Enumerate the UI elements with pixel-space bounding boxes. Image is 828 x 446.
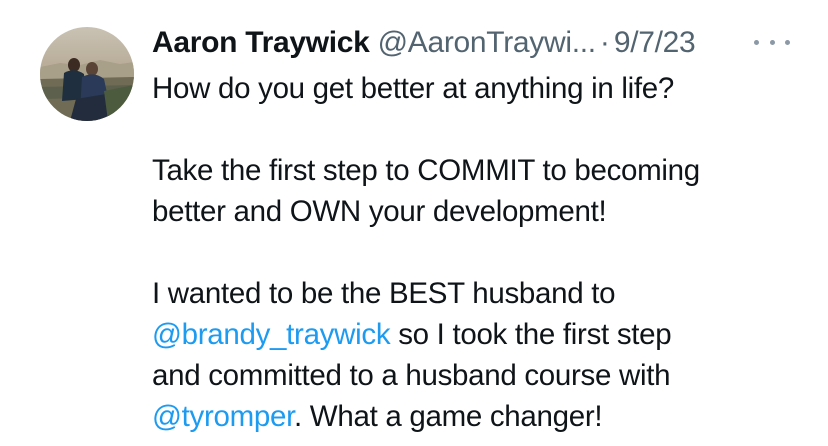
avatar[interactable] bbox=[40, 27, 134, 121]
more-dot bbox=[785, 39, 790, 45]
tweet-line: better and OWN your development! bbox=[152, 195, 607, 228]
tweet-line: @tyromper. What a game changer! bbox=[152, 396, 802, 437]
tweet-line-text: . What a game changer! bbox=[294, 400, 603, 433]
author-handle[interactable]: @AaronTraywi... bbox=[378, 24, 597, 62]
mention-link-tyromper[interactable]: @tyromper bbox=[152, 400, 294, 433]
tweet-line: and committed to a husband course with bbox=[152, 359, 671, 392]
tweet-header: Aaron Traywick @AaronTraywi... · 9/7/23 bbox=[152, 24, 696, 62]
tweet-line: Take the first step to COMMIT to becomin… bbox=[152, 154, 700, 187]
more-horizontal-icon[interactable] bbox=[754, 34, 790, 50]
tweet-text: How do you get better at anything in lif… bbox=[152, 68, 802, 437]
author-name[interactable]: Aaron Traywick bbox=[152, 24, 370, 62]
tweet-date[interactable]: 9/7/23 bbox=[614, 24, 696, 62]
tweet-line: I wanted to be the BEST husband to bbox=[152, 277, 616, 310]
separator-dot: · bbox=[599, 26, 610, 59]
more-dot bbox=[754, 39, 759, 45]
avatar-photo bbox=[40, 27, 134, 121]
tweet-line: @brandy_traywick so I took the first ste… bbox=[152, 314, 802, 355]
mention-link-brandy[interactable]: @brandy_traywick bbox=[152, 318, 391, 351]
tweet[interactable]: Aaron Traywick @AaronTraywi... · 9/7/23 … bbox=[0, 0, 828, 446]
more-dot bbox=[769, 39, 775, 45]
tweet-line-text: so I took the first step bbox=[390, 318, 672, 351]
tweet-line: How do you get better at anything in lif… bbox=[152, 72, 675, 105]
